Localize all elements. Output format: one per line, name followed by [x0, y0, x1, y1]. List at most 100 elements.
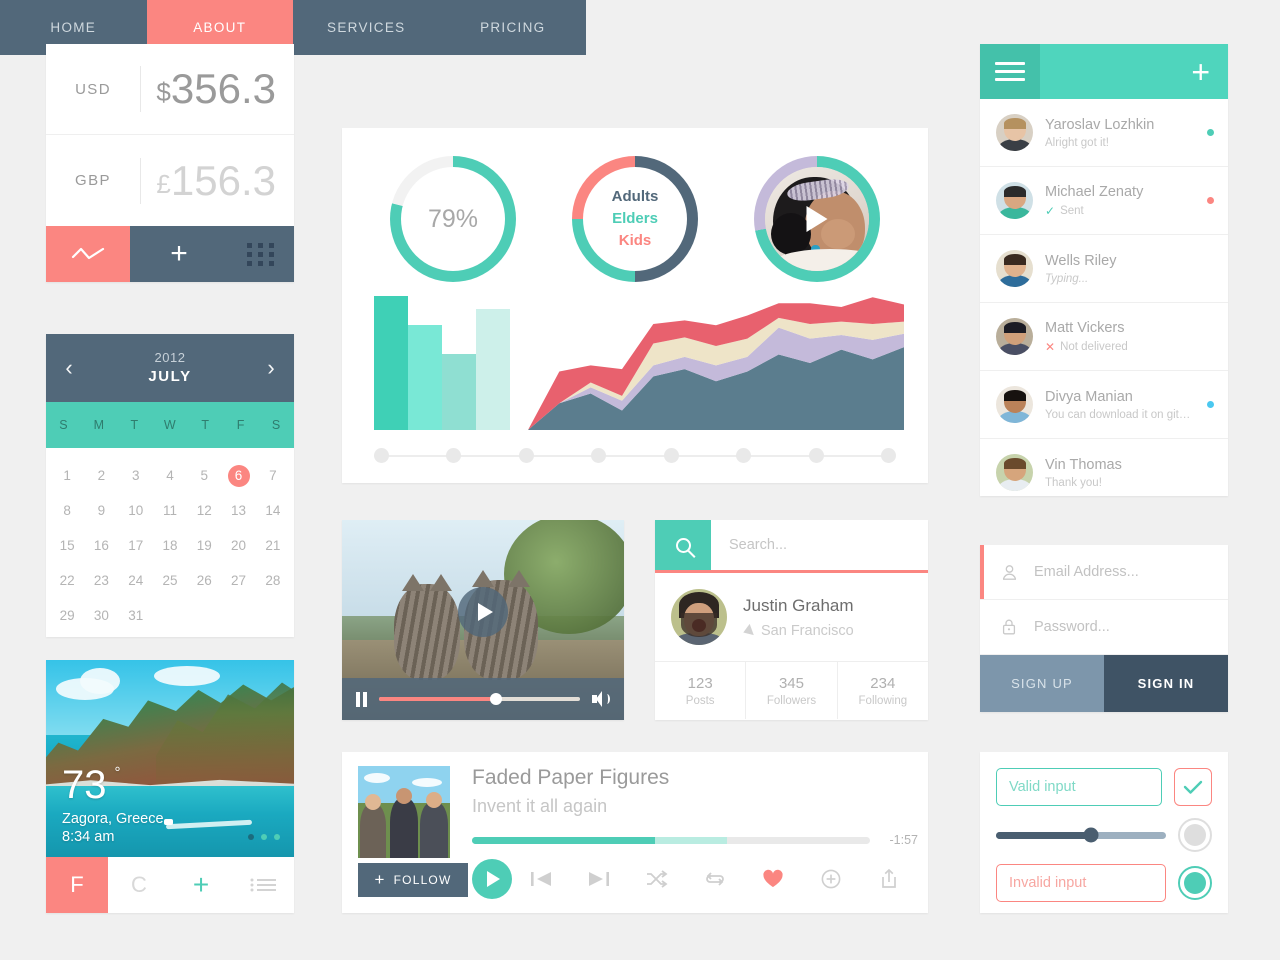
- next-button[interactable]: [570, 870, 628, 888]
- password-input[interactable]: Password...: [1020, 619, 1228, 635]
- calendar-day[interactable]: 4: [153, 458, 187, 493]
- confirm-checkbox[interactable]: [1174, 768, 1212, 806]
- follow-button[interactable]: + FOLLOW: [358, 863, 468, 897]
- calendar-day[interactable]: 26: [187, 563, 221, 598]
- timeline-dot[interactable]: [591, 448, 607, 463]
- calendar-day[interactable]: 7: [256, 458, 290, 493]
- nav-item-pricing[interactable]: PRICING: [440, 0, 587, 55]
- search-button[interactable]: [655, 520, 711, 570]
- volume-button[interactable]: [592, 691, 610, 707]
- new-message-button[interactable]: +: [1191, 56, 1228, 88]
- calendar-day[interactable]: 19: [187, 528, 221, 563]
- timeline-dot[interactable]: [880, 448, 896, 463]
- calendar-day[interactable]: 10: [119, 493, 153, 528]
- profile-header: Justin Graham San Francisco: [655, 573, 928, 661]
- calendar-day[interactable]: 15: [50, 528, 84, 563]
- video-seek-bar[interactable]: [379, 693, 580, 705]
- timeline-dot[interactable]: [736, 448, 752, 463]
- like-button[interactable]: [744, 869, 802, 889]
- calendar-day[interactable]: 28: [256, 563, 290, 598]
- calendar-day[interactable]: 30: [84, 598, 118, 633]
- weather-widget: 73 ° Zagora, Greece 8:34 am F C +: [46, 660, 294, 913]
- share-button[interactable]: [860, 869, 918, 889]
- calendar-day[interactable]: 20: [221, 528, 255, 563]
- calendar-day[interactable]: 17: [119, 528, 153, 563]
- add-location-button[interactable]: +: [170, 869, 232, 901]
- email-input[interactable]: Email Address...: [1020, 564, 1228, 580]
- radio-selected[interactable]: [1178, 866, 1212, 900]
- timeline-dot[interactable]: [518, 448, 534, 463]
- stat-following[interactable]: 234 Following: [838, 662, 928, 719]
- slider-knob[interactable]: [1083, 827, 1099, 843]
- valid-input[interactable]: Valid input: [996, 768, 1162, 806]
- calendar-day[interactable]: 5: [187, 458, 221, 493]
- calendar-day[interactable]: 29: [50, 598, 84, 633]
- grid-view-button[interactable]: [228, 242, 294, 266]
- calendar-day[interactable]: 14: [256, 493, 290, 528]
- shuffle-button[interactable]: [628, 870, 686, 888]
- music-seek-bar[interactable]: [472, 836, 870, 844]
- message-list-item[interactable]: Wells Riley Typing...: [980, 235, 1228, 303]
- play-button[interactable]: [472, 859, 512, 899]
- pagination-dot[interactable]: [274, 834, 280, 840]
- message-list-item[interactable]: Michael Zenaty ✓ Sent: [980, 167, 1228, 235]
- timeline-dot[interactable]: [663, 448, 679, 463]
- repeat-button[interactable]: [686, 870, 744, 888]
- calendar-day[interactable]: 11: [153, 493, 187, 528]
- add-currency-button[interactable]: +: [130, 239, 228, 269]
- calendar-day[interactable]: 3: [119, 458, 153, 493]
- message-list-item[interactable]: Matt Vickers ✕ Not delivered: [980, 303, 1228, 371]
- nav-item-services[interactable]: SERVICES: [293, 0, 440, 55]
- calendar-day[interactable]: 23: [84, 563, 118, 598]
- calendar-day-selected[interactable]: 6: [221, 458, 255, 493]
- stat-posts[interactable]: 123 Posts: [655, 662, 747, 719]
- pagination-dot[interactable]: [248, 834, 254, 840]
- play-icon[interactable]: [806, 206, 828, 232]
- radio-unselected[interactable]: [1178, 818, 1212, 852]
- valid-input-row: Valid input: [996, 768, 1212, 806]
- unit-fahrenheit-button[interactable]: F: [46, 857, 108, 913]
- calendar-day[interactable]: 13: [221, 493, 255, 528]
- pagination-dot[interactable]: [261, 834, 267, 840]
- unit-celsius-button[interactable]: C: [108, 872, 170, 898]
- login-actions: SIGN UP SIGN IN: [980, 655, 1228, 712]
- sign-up-button[interactable]: SIGN UP: [980, 655, 1104, 712]
- weather-pagination[interactable]: [248, 834, 280, 840]
- message-list-item[interactable]: Vin Thomas Thank you!: [980, 439, 1228, 496]
- previous-button[interactable]: [512, 870, 570, 888]
- calendar-day[interactable]: 18: [153, 528, 187, 563]
- calendar-day[interactable]: 8: [50, 493, 84, 528]
- calendar-day[interactable]: 2: [84, 458, 118, 493]
- menu-button[interactable]: [980, 44, 1040, 99]
- range-slider[interactable]: [996, 827, 1166, 843]
- search-input[interactable]: Search...: [711, 537, 928, 553]
- stat-followers[interactable]: 345 Followers: [746, 662, 838, 719]
- video-play-button[interactable]: [458, 587, 508, 637]
- add-button[interactable]: [802, 869, 860, 889]
- calendar-day[interactable]: 27: [221, 563, 255, 598]
- calendar-day[interactable]: 25: [153, 563, 187, 598]
- message-list-item[interactable]: Divya Manian You can download it on git…: [980, 371, 1228, 439]
- calendar-day[interactable]: 1: [50, 458, 84, 493]
- timeline-dot[interactable]: [374, 448, 389, 463]
- search-bar: Search...: [655, 520, 928, 570]
- calendar-next-button[interactable]: ›: [248, 355, 294, 381]
- calendar-day[interactable]: 22: [50, 563, 84, 598]
- chart-toggle-button[interactable]: [46, 226, 130, 282]
- timeline-dot[interactable]: [446, 448, 462, 463]
- calendar-day[interactable]: 16: [84, 528, 118, 563]
- invalid-input[interactable]: Invalid input: [996, 864, 1166, 902]
- calendar-day[interactable]: 21: [256, 528, 290, 563]
- calendar-day[interactable]: 9: [84, 493, 118, 528]
- calendar-day[interactable]: 24: [119, 563, 153, 598]
- calendar-prev-button[interactable]: ‹: [46, 355, 92, 381]
- locations-list-button[interactable]: [232, 877, 294, 893]
- video-avatar-donut[interactable]: [754, 156, 880, 282]
- video-seek-knob[interactable]: [489, 693, 502, 705]
- calendar-day[interactable]: 12: [187, 493, 221, 528]
- sign-in-button[interactable]: SIGN IN: [1104, 655, 1228, 712]
- message-list-item[interactable]: Yaroslav Lozhkin Alright got it!: [980, 99, 1228, 167]
- calendar-day[interactable]: 31: [119, 598, 153, 633]
- timeline-dot[interactable]: [808, 448, 824, 463]
- pause-button[interactable]: [356, 691, 367, 707]
